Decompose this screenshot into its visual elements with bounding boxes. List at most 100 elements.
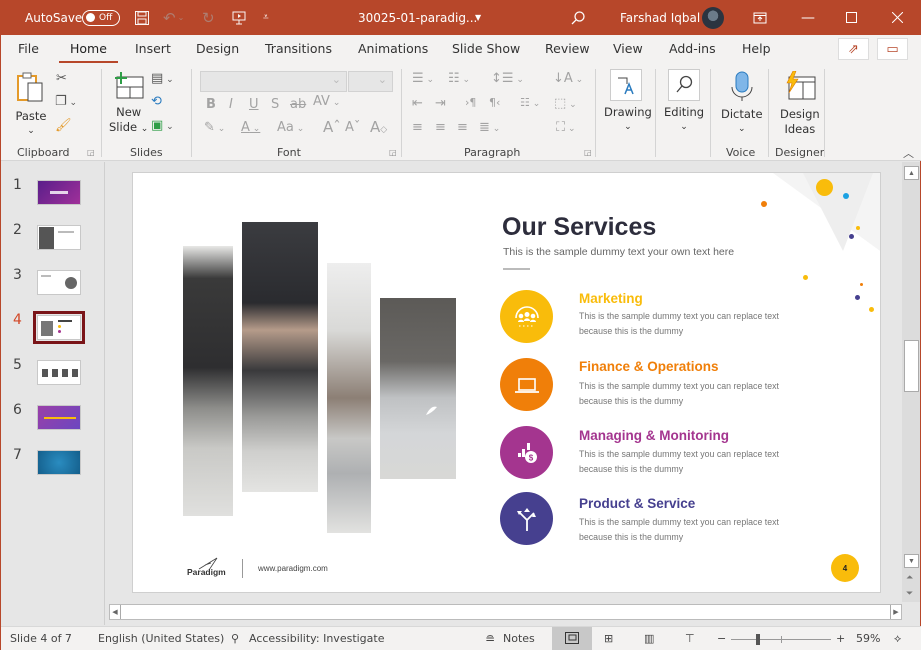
accessibility-icon[interactable]: ⚲: [231, 632, 239, 645]
columns-icon[interactable]: ☷ ⌄: [520, 96, 540, 109]
slide-title[interactable]: Our Services: [502, 213, 656, 242]
ltr-icon[interactable]: ›¶: [465, 96, 476, 109]
slide-thumbnail-5[interactable]: [37, 360, 81, 385]
service-title[interactable]: Product & Service: [579, 496, 695, 511]
slide-thumbnail-6[interactable]: [37, 405, 81, 430]
redo-icon[interactable]: ↻: [202, 0, 215, 35]
horizontal-scrollbar[interactable]: ◀ ▶: [109, 604, 902, 620]
notes-button[interactable]: Notes: [503, 632, 535, 645]
paragraph-launcher-icon[interactable]: ◲: [584, 148, 592, 157]
share-button[interactable]: ⇗: [838, 38, 869, 60]
font-size-combo[interactable]: [348, 71, 393, 92]
numbering-icon[interactable]: ☷ ⌄: [448, 71, 470, 86]
collapse-ribbon-icon[interactable]: ︿: [903, 145, 914, 161]
tab-file[interactable]: File: [18, 41, 39, 56]
service-description[interactable]: This is the sample dummy text you can re…: [579, 309, 789, 339]
character-spacing-icon[interactable]: AV ⌄: [313, 94, 340, 109]
service-description[interactable]: This is the sample dummy text you can re…: [579, 515, 789, 545]
vertical-scrollbar[interactable]: ▲ ▼ ⏶ ⏷: [902, 162, 920, 602]
dictate-button[interactable]: Dictate ⌄: [721, 71, 763, 137]
zoom-level[interactable]: 59%: [856, 632, 880, 645]
previous-slide-icon[interactable]: ⏶: [906, 572, 913, 583]
service-title[interactable]: Marketing: [579, 291, 643, 306]
design-ideas-button[interactable]: Design Ideas: [780, 70, 820, 137]
user-name[interactable]: Farshad Iqbal: [620, 0, 700, 35]
line-spacing-icon[interactable]: ↕☰ ⌄: [491, 71, 524, 86]
comments-button[interactable]: ▭: [877, 38, 908, 60]
slide-thumbnail-7[interactable]: [37, 450, 81, 475]
text-direction-icon[interactable]: ↓A ⌄: [553, 71, 583, 86]
new-slide-button[interactable]: New Slide ⌄: [109, 71, 148, 137]
bold-icon[interactable]: B: [206, 97, 216, 112]
tab-design[interactable]: Design: [196, 41, 239, 56]
minimize-icon[interactable]: —: [801, 0, 815, 35]
language-indicator[interactable]: English (United States): [98, 632, 224, 645]
zoom-out-button[interactable]: −: [717, 632, 726, 645]
tab-transitions[interactable]: Transitions: [265, 41, 332, 56]
decrease-indent-icon[interactable]: ⇤: [412, 96, 423, 111]
increase-indent-icon[interactable]: ⇥: [435, 96, 446, 111]
scroll-left-button[interactable]: ◀: [110, 605, 121, 619]
save-icon[interactable]: [134, 0, 150, 35]
autosave-toggle[interactable]: Off: [82, 9, 120, 26]
fit-to-window-icon[interactable]: ⟡: [894, 632, 901, 646]
rtl-icon[interactable]: ¶‹: [489, 96, 500, 109]
highlight-icon[interactable]: ✎ ⌄: [204, 120, 225, 135]
tab-insert[interactable]: Insert: [135, 41, 171, 56]
service-description[interactable]: This is the sample dummy text you can re…: [579, 447, 789, 477]
customize-qat-icon[interactable]: ⩡: [263, 0, 269, 35]
font-name-combo[interactable]: [200, 71, 347, 92]
tab-add-ins[interactable]: Add-ins: [669, 41, 716, 56]
slide-thumbnail-3[interactable]: [37, 270, 81, 295]
accessibility-status[interactable]: Accessibility: Investigate: [249, 632, 385, 645]
zoom-slider-track[interactable]: [731, 634, 831, 645]
present-from-beginning-icon[interactable]: [231, 0, 247, 35]
tab-home[interactable]: Home: [59, 41, 118, 64]
scroll-thumb[interactable]: [904, 340, 919, 392]
zoom-in-button[interactable]: +: [836, 632, 845, 645]
slide-sorter-icon[interactable]: ⊞: [604, 632, 613, 645]
service-title[interactable]: Managing & Monitoring: [579, 428, 729, 443]
slideshow-view-icon[interactable]: ⊤: [685, 632, 695, 645]
slide-thumbnail-2[interactable]: [37, 225, 81, 250]
next-slide-icon[interactable]: ⏷: [906, 588, 913, 599]
underline-icon[interactable]: U: [249, 97, 259, 112]
close-icon[interactable]: [892, 0, 903, 35]
scroll-down-button[interactable]: ▼: [904, 554, 919, 568]
undo-icon[interactable]: ↶ ⌄: [163, 0, 184, 35]
slide-thumbnail-4[interactable]: [33, 311, 85, 344]
notes-icon[interactable]: ≘: [485, 632, 495, 646]
slide-subtitle[interactable]: This is the sample dummy text your own t…: [503, 246, 734, 258]
change-case-icon[interactable]: Aa ⌄: [277, 120, 304, 135]
service-description[interactable]: This is the sample dummy text you can re…: [579, 379, 789, 409]
drawing-button[interactable]: Drawing ⌄: [604, 105, 652, 135]
footer-url[interactable]: www.paradigm.com: [258, 564, 328, 573]
align-text-icon[interactable]: ⬚ ⌄: [554, 96, 577, 111]
font-launcher-icon[interactable]: ◲: [389, 148, 397, 157]
italic-icon[interactable]: I: [229, 97, 233, 112]
increase-font-icon[interactable]: Aˆ: [323, 118, 341, 136]
align-center-icon[interactable]: ≡: [435, 120, 446, 135]
scroll-right-button[interactable]: ▶: [890, 605, 901, 619]
avatar[interactable]: [702, 6, 724, 29]
ribbon-display-options-icon[interactable]: [753, 0, 767, 35]
strikethrough-icon[interactable]: ab: [290, 97, 306, 112]
normal-view-button[interactable]: [552, 627, 592, 650]
slide-thumbnail-1[interactable]: [37, 180, 81, 205]
filename-dropdown-icon[interactable]: ▼: [475, 0, 481, 35]
reset-icon[interactable]: ⟲: [151, 94, 162, 109]
tab-animations[interactable]: Animations: [358, 41, 428, 56]
tab-review[interactable]: Review: [545, 41, 590, 56]
section-icon[interactable]: ▣ ⌄: [151, 118, 174, 133]
bullets-icon[interactable]: ☰ ⌄: [412, 71, 434, 86]
cut-icon[interactable]: ✂: [56, 71, 67, 86]
decrease-font-icon[interactable]: Aˇ: [345, 120, 360, 135]
layout-icon[interactable]: ▤ ⌄: [151, 71, 174, 86]
smartart-icon[interactable]: ⛶ ⌄: [556, 120, 576, 135]
slide-canvas[interactable]: Our Services This is the sample dummy te…: [132, 172, 881, 593]
align-left-icon[interactable]: ≡: [412, 120, 423, 135]
paste-button[interactable]: Paste ⌄: [15, 71, 47, 139]
tab-view[interactable]: View: [613, 41, 643, 56]
clear-formatting-icon[interactable]: A◇: [370, 118, 387, 136]
reading-view-icon[interactable]: ▥: [644, 632, 654, 645]
